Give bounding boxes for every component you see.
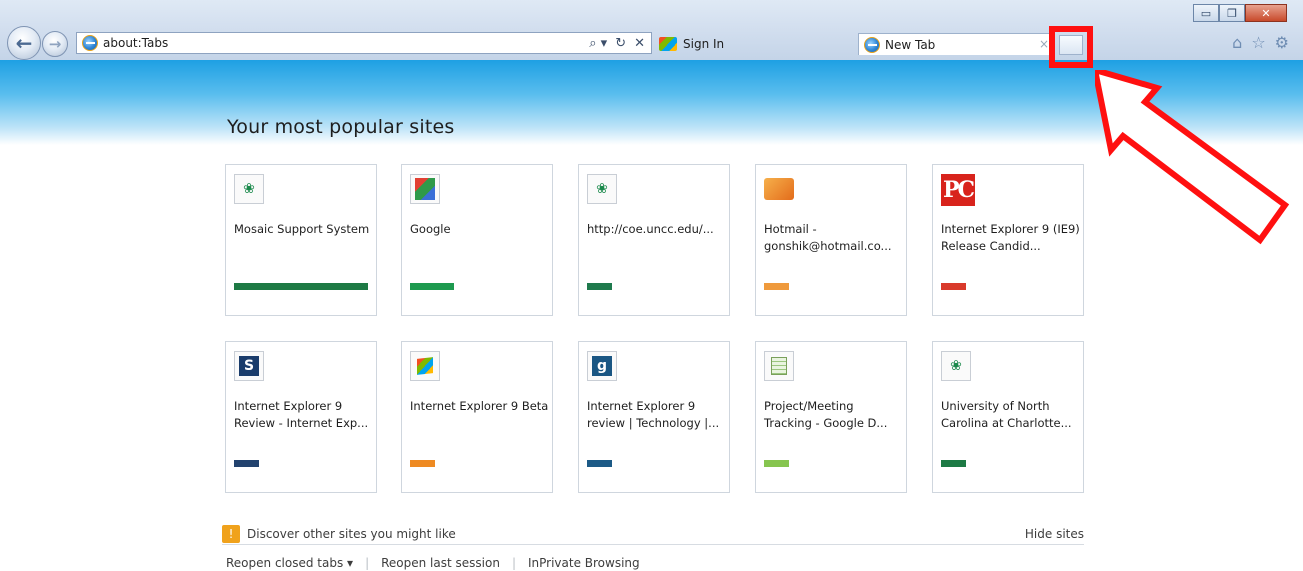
bottom-links: Reopen closed tabs ▾ | Reopen last sessi… bbox=[226, 556, 640, 570]
activity-bar bbox=[410, 460, 435, 467]
activity-bar bbox=[764, 283, 789, 290]
forward-button[interactable]: → bbox=[42, 31, 68, 57]
activity-bar bbox=[234, 460, 259, 467]
site-tile[interactable]: S Internet Explorer 9 Review - Internet … bbox=[225, 341, 377, 493]
tab-label: Sign In bbox=[683, 37, 725, 51]
tile-title: Google bbox=[410, 222, 451, 236]
site-tile[interactable]: ❀ University of North Carolina at Charlo… bbox=[932, 341, 1084, 493]
activity-bar bbox=[941, 460, 966, 467]
command-icons: ⌂ ☆ ⚙ bbox=[1232, 33, 1289, 52]
favorites-star-icon[interactable]: ☆ bbox=[1251, 33, 1265, 52]
activity-bar bbox=[941, 283, 966, 290]
windows-icon bbox=[410, 351, 440, 381]
s-icon: S bbox=[234, 351, 264, 381]
g-icon: g bbox=[587, 351, 617, 381]
tile-title: http://coe.uncc.edu/... bbox=[587, 222, 714, 236]
hide-sites-link[interactable]: Hide sites bbox=[1025, 527, 1084, 541]
back-button[interactable]: ← bbox=[7, 26, 41, 60]
site-tile[interactable]: PC Internet Explorer 9 (IE9) Release Can… bbox=[932, 164, 1084, 316]
discover-row: ! Discover other sites you might like Hi… bbox=[222, 523, 1084, 545]
lotus-icon: ❀ bbox=[941, 351, 971, 381]
back-arrow-icon: ← bbox=[15, 31, 33, 55]
separator: | bbox=[365, 556, 370, 570]
tile-title: Internet Explorer 9 Beta bbox=[410, 399, 549, 413]
address-bar[interactable]: about:Tabs ⌕ ▾ ↻ ✕ bbox=[76, 32, 652, 54]
activity-bar bbox=[234, 283, 368, 290]
tab-new-tab[interactable]: New Tab × bbox=[858, 33, 1054, 55]
reopen-closed-tabs-link[interactable]: Reopen closed tabs ▾ bbox=[226, 556, 353, 570]
site-tile[interactable]: Project/Meeting Tracking - Google D... bbox=[755, 341, 907, 493]
windows-live-icon bbox=[659, 37, 677, 51]
refresh-icon[interactable]: ↻ bbox=[615, 36, 626, 51]
tile-title: Hotmail - gonshik@hotmail.co... bbox=[764, 222, 892, 253]
tile-title: Mosaic Support System bbox=[234, 222, 370, 236]
site-tile[interactable]: Hotmail - gonshik@hotmail.co... bbox=[755, 164, 907, 316]
minimize-button[interactable]: ▭ bbox=[1193, 4, 1219, 22]
forward-arrow-icon: → bbox=[48, 35, 62, 53]
annotation-arrow-shape bbox=[1095, 70, 1290, 245]
lotus-icon: ❀ bbox=[587, 174, 617, 204]
reopen-last-session-link[interactable]: Reopen last session bbox=[381, 556, 500, 570]
site-tile[interactable]: ❀ http://coe.uncc.edu/... bbox=[578, 164, 730, 316]
window-controls: ▭ ❐ ✕ bbox=[1193, 4, 1287, 22]
lotus-icon: ❀ bbox=[234, 174, 264, 204]
tile-title: Project/Meeting Tracking - Google D... bbox=[764, 399, 888, 430]
lightbulb-icon: ! bbox=[222, 524, 240, 543]
site-tile[interactable]: g Internet Explorer 9 review | Technolog… bbox=[578, 341, 730, 493]
gear-icon[interactable]: ⚙ bbox=[1275, 33, 1289, 52]
pc-magazine-icon: PC bbox=[941, 174, 975, 206]
site-tile[interactable]: ❀ Mosaic Support System bbox=[225, 164, 377, 316]
tile-title: Internet Explorer 9 Review - Internet Ex… bbox=[234, 399, 369, 430]
mail-icon bbox=[764, 174, 794, 204]
site-tile[interactable]: Internet Explorer 9 Beta bbox=[401, 341, 553, 493]
site-tile[interactable]: Google bbox=[401, 164, 553, 316]
tile-title: University of North Carolina at Charlott… bbox=[941, 399, 1072, 430]
activity-bar bbox=[764, 460, 789, 467]
activity-bar bbox=[410, 283, 454, 290]
google-icon bbox=[410, 174, 440, 204]
page-title: Your most popular sites bbox=[227, 116, 455, 138]
browser-chrome: ← → about:Tabs ⌕ ▾ ↻ ✕ Sign In New Tab ×… bbox=[0, 0, 1303, 60]
home-icon[interactable]: ⌂ bbox=[1232, 33, 1242, 52]
ie-logo-icon bbox=[864, 36, 880, 53]
search-dropdown-icon[interactable]: ⌕ ▾ bbox=[589, 36, 607, 51]
tile-title: Internet Explorer 9 (IE9) Release Candid… bbox=[941, 222, 1080, 253]
tab-close-icon[interactable]: × bbox=[1039, 37, 1049, 51]
annotation-highlight-box bbox=[1049, 26, 1093, 68]
activity-bar bbox=[587, 460, 612, 467]
address-url[interactable]: about:Tabs bbox=[103, 36, 589, 50]
stop-icon[interactable]: ✕ bbox=[634, 36, 645, 51]
close-window-button[interactable]: ✕ bbox=[1245, 4, 1287, 22]
tab-label: New Tab bbox=[885, 37, 936, 52]
separator: | bbox=[511, 556, 516, 570]
spreadsheet-icon bbox=[764, 351, 794, 381]
address-tools: ⌕ ▾ ↻ ✕ bbox=[589, 36, 651, 51]
annotation-arrow bbox=[1095, 70, 1290, 245]
ie-logo-icon bbox=[82, 35, 98, 51]
tile-title: Internet Explorer 9 review | Technology … bbox=[587, 399, 720, 430]
discover-link[interactable]: Discover other sites you might like bbox=[247, 527, 456, 541]
inprivate-browsing-link[interactable]: InPrivate Browsing bbox=[528, 556, 640, 570]
tab-sign-in[interactable]: Sign In bbox=[655, 33, 855, 55]
restore-button[interactable]: ❐ bbox=[1219, 4, 1245, 22]
activity-bar bbox=[587, 283, 612, 290]
